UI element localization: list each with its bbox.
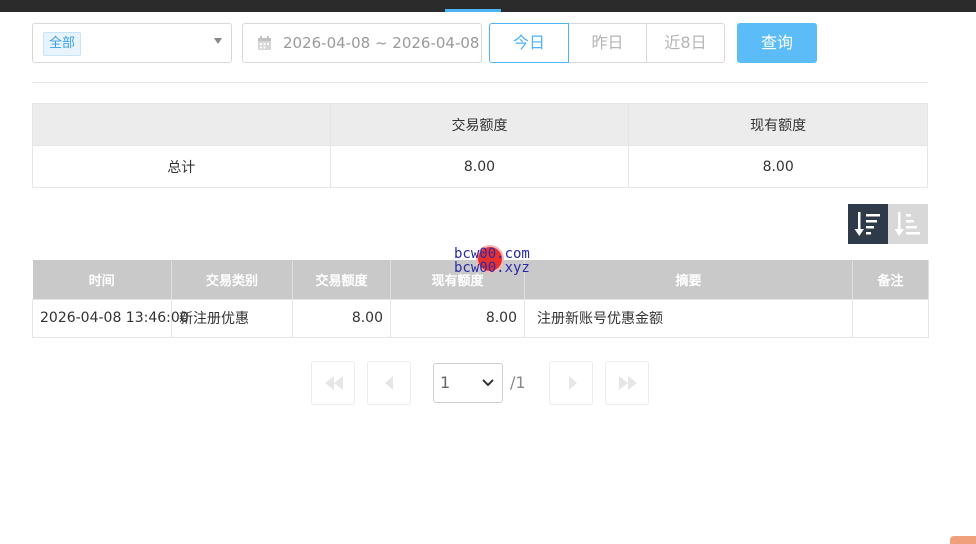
column-header-type[interactable]: 交易类别 bbox=[171, 260, 293, 299]
column-header-remark[interactable]: 备注 bbox=[852, 260, 929, 299]
column-header-summary[interactable]: 摘要 bbox=[524, 260, 853, 299]
page-total: /1 bbox=[510, 373, 526, 392]
sort-descending-icon bbox=[854, 212, 880, 236]
date-range-input[interactable]: 2026-04-08 ~ 2026-04-08 bbox=[242, 23, 482, 63]
divider bbox=[32, 82, 928, 83]
summary-current-amount: 8.00 bbox=[628, 145, 928, 188]
range-last8days-button[interactable]: 近8日 bbox=[646, 23, 725, 63]
summary-header-cell: 交易额度 bbox=[329, 103, 630, 146]
range-yesterday-button[interactable]: 昨日 bbox=[568, 23, 647, 63]
watermark-text-2: bcw00.xyz bbox=[454, 260, 530, 276]
summary-table: 交易额度 现有额度 总计 8.00 8.00 bbox=[32, 103, 928, 188]
previous-page-button[interactable] bbox=[367, 361, 411, 405]
next-page-button[interactable] bbox=[549, 361, 593, 405]
column-header-trade-amount[interactable]: 交易额度 bbox=[292, 260, 391, 299]
chevron-down-icon bbox=[482, 379, 494, 387]
page-select-value: 1 bbox=[440, 373, 451, 392]
column-header-time[interactable]: 时间 bbox=[32, 260, 172, 299]
range-today-button[interactable]: 今日 bbox=[489, 23, 569, 63]
cell-remark bbox=[852, 298, 929, 338]
filter-row: 全部 2026-04-08 ~ 2026-04-08 今日 昨日 近8日 查询 bbox=[32, 23, 932, 63]
category-tag[interactable]: 全部 bbox=[43, 32, 82, 56]
summary-header-row: 交易额度 现有额度 bbox=[32, 103, 928, 146]
chevron-left-icon bbox=[385, 376, 393, 390]
summary-total-row: 总计 8.00 8.00 bbox=[32, 145, 928, 188]
summary-label: 总计 bbox=[32, 145, 331, 188]
watermark: bcw00.com bcw00.xyz bbox=[454, 245, 534, 276]
top-nav-bar bbox=[0, 0, 976, 12]
page-select[interactable]: 1 bbox=[433, 363, 503, 403]
summary-header-cell: 现有额度 bbox=[628, 103, 928, 146]
quick-range-group: 今日 昨日 近8日 bbox=[489, 23, 725, 63]
category-select[interactable]: 全部 bbox=[32, 23, 232, 63]
caret-down-icon bbox=[214, 38, 222, 44]
table-row[interactable]: 2026-04-08 13:46:00 新注册优惠 8.00 8.00 注册新账… bbox=[32, 298, 929, 338]
cell-current-amount: 8.00 bbox=[390, 298, 525, 338]
cell-type: 新注册优惠 bbox=[171, 298, 293, 338]
double-chevron-right-icon bbox=[619, 376, 637, 390]
sort-ascending-button[interactable] bbox=[888, 204, 928, 244]
first-page-button[interactable] bbox=[311, 361, 355, 405]
double-chevron-left-icon bbox=[325, 376, 343, 390]
last-page-button[interactable] bbox=[605, 361, 649, 405]
query-button[interactable]: 查询 bbox=[737, 23, 817, 63]
calendar-icon bbox=[258, 36, 271, 50]
floating-widget-edge[interactable] bbox=[950, 536, 976, 544]
summary-header-cell bbox=[32, 103, 331, 146]
cell-time: 2026-04-08 13:46:00 bbox=[32, 298, 189, 338]
chevron-right-icon bbox=[569, 376, 577, 390]
cell-trade-amount: 8.00 bbox=[292, 298, 391, 338]
active-tab-indicator bbox=[445, 9, 501, 12]
sort-ascending-icon bbox=[894, 212, 920, 236]
summary-trade-amount: 8.00 bbox=[329, 145, 630, 188]
sort-descending-button[interactable] bbox=[848, 204, 888, 244]
date-range-text: 2026-04-08 ~ 2026-04-08 bbox=[283, 34, 480, 52]
cell-summary: 注册新账号优惠金额 bbox=[524, 298, 853, 338]
